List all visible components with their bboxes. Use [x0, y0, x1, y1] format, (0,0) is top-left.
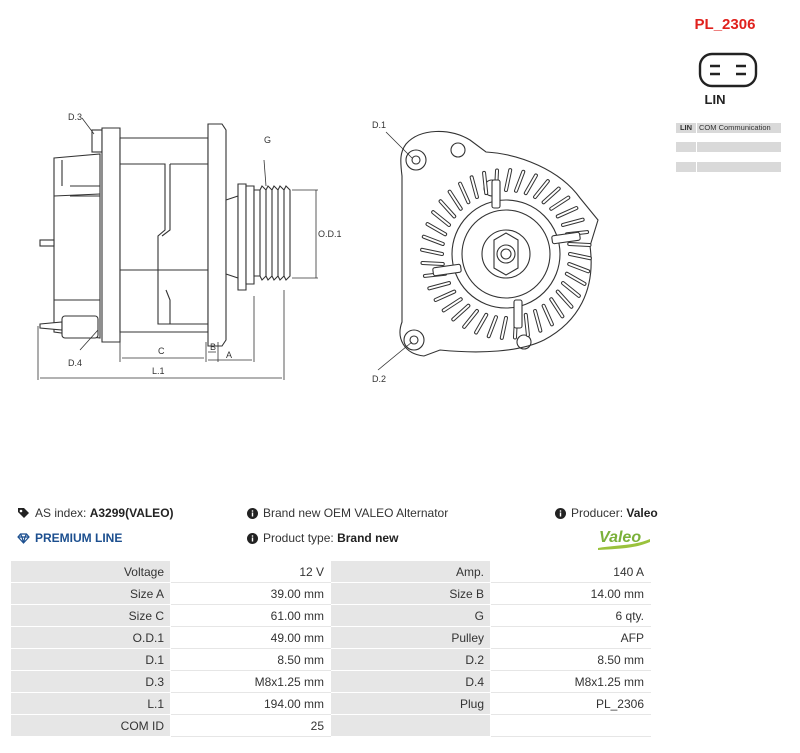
table-row: L.1 194.00 mm Plug PL_2306 [10, 692, 651, 715]
label-g: G [264, 135, 271, 145]
spec-value: AFP [490, 626, 651, 649]
description: Brand new OEM VALEO Alternator [247, 506, 448, 520]
pin-row-1: LIN COM Communication [676, 123, 781, 133]
spec-value: 8.50 mm [490, 648, 651, 671]
premium-line-label: PREMIUM LINE [35, 531, 123, 545]
spec-key: G [330, 604, 491, 627]
fan-vent [568, 242, 591, 247]
pin-key: LIN [676, 123, 696, 133]
spec-value: 14.00 mm [490, 582, 651, 605]
plug-connector-icon [698, 52, 758, 88]
spec-key: COM ID [10, 714, 171, 737]
pin-row-2 [676, 142, 781, 152]
pin-value: COM Communication [697, 123, 781, 133]
spec-value: 140 A [490, 560, 651, 583]
table-row: O.D.1 49.00 mm Pulley AFP [10, 626, 651, 649]
spec-value [490, 714, 651, 737]
spec-value: 194.00 mm [170, 692, 331, 715]
spec-key: Voltage [10, 560, 171, 583]
spec-key: Plug [330, 692, 491, 715]
producer-value: Valeo [626, 506, 658, 520]
as-index-label: AS index: [35, 506, 87, 520]
spec-key: D.1 [10, 648, 171, 671]
premium-line: PREMIUM LINE [17, 531, 122, 545]
spec-value: 25 [170, 714, 331, 737]
table-row: Size C 61.00 mm G 6 qty. [10, 604, 651, 627]
spec-key [330, 714, 491, 737]
spec-key: D.4 [330, 670, 491, 693]
label-d4: D.4 [68, 358, 82, 368]
alternator-technical-drawing: D.3 G O.D.1 D.4 C B A L.1 D.1 D.2 [37, 112, 599, 384]
specs-table: Voltage 12 V Amp. 140 A Size A 39.00 mm … [10, 560, 651, 737]
spec-value: M8x1.25 mm [170, 670, 331, 693]
as-index: AS index: A3299(VALEO) [17, 506, 174, 520]
label-od1: O.D.1 [318, 229, 342, 239]
diamond-icon [17, 533, 30, 544]
plug-code: PL_2306 [694, 16, 756, 33]
info-icon [247, 533, 258, 544]
tag-icon [18, 508, 29, 518]
side-view [39, 123, 291, 347]
spec-value: M8x1.25 mm [490, 670, 651, 693]
pin-row-3 [676, 162, 781, 172]
plug-type: LIN [704, 92, 726, 107]
label-d3: D.3 [68, 112, 82, 122]
spec-value: 12 V [170, 560, 331, 583]
info-icon [555, 508, 566, 519]
info-icon [247, 508, 258, 519]
producer-label: Producer: [571, 506, 624, 520]
table-row: D.3 M8x1.25 mm D.4 M8x1.25 mm [10, 670, 651, 693]
description-text: Brand new OEM VALEO Alternator [263, 506, 449, 520]
spec-key: D.2 [330, 648, 491, 671]
logo-text: Valeo [599, 529, 641, 546]
spec-key: Amp. [330, 560, 491, 583]
label-a: A [226, 350, 232, 360]
product-type-value: Brand new [337, 531, 399, 545]
spec-key: Size C [10, 604, 171, 627]
valeo-logo: Valeo [598, 529, 650, 550]
spec-key: Pulley [330, 626, 491, 649]
spec-value: 39.00 mm [170, 582, 331, 605]
pin-key [676, 162, 696, 172]
producer: Producer: Valeo [555, 506, 658, 520]
as-index-value: A3299(VALEO) [89, 506, 174, 520]
pin-value [697, 162, 781, 172]
spec-value: PL_2306 [490, 692, 651, 715]
spec-key: D.3 [10, 670, 171, 693]
spec-value: 61.00 mm [170, 604, 331, 627]
spec-key: O.D.1 [10, 626, 171, 649]
pin-key [676, 142, 696, 152]
spec-value: 8.50 mm [170, 648, 331, 671]
table-row: Voltage 12 V Amp. 140 A [10, 560, 651, 583]
front-view [399, 130, 599, 357]
spec-value: 6 qty. [490, 604, 651, 627]
product-type: Product type: Brand new [247, 531, 398, 545]
spec-key: Size A [10, 582, 171, 605]
pin-value [697, 142, 781, 152]
label-d1: D.1 [372, 120, 386, 130]
table-row: COM ID 25 [10, 714, 651, 737]
product-type-label: Product type: [263, 531, 334, 545]
spec-key: L.1 [10, 692, 171, 715]
spec-value: 49.00 mm [170, 626, 331, 649]
label-c: C [158, 346, 165, 356]
table-row: Size A 39.00 mm Size B 14.00 mm [10, 582, 651, 605]
fan-vent [421, 261, 444, 266]
label-l1: L.1 [152, 366, 165, 376]
label-b: B [210, 342, 216, 352]
spec-key: Size B [330, 582, 491, 605]
table-row: D.1 8.50 mm D.2 8.50 mm [10, 648, 651, 671]
label-d2: D.2 [372, 374, 386, 384]
